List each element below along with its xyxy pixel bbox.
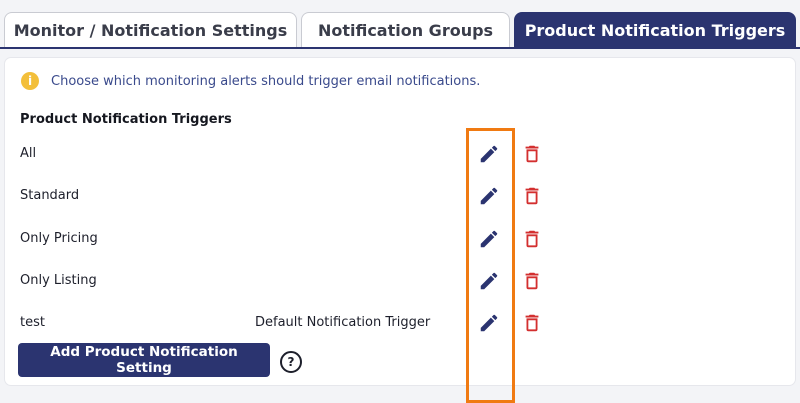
info-text: Choose which monitoring alerts should tr… <box>51 73 481 89</box>
pencil-icon[interactable] <box>478 228 500 250</box>
trash-icon[interactable] <box>521 228 543 250</box>
section-title: Product Notification Triggers <box>20 112 232 127</box>
trigger-name: Only Listing <box>20 273 97 288</box>
tab-underline <box>0 47 800 49</box>
help-circle-icon[interactable]: ? <box>280 351 302 373</box>
pencil-icon[interactable] <box>478 270 500 292</box>
trigger-name: All <box>20 146 37 161</box>
trash-icon[interactable] <box>521 270 543 292</box>
trigger-name: Standard <box>20 188 80 203</box>
info-icon: i <box>21 72 39 90</box>
trash-icon[interactable] <box>521 185 543 207</box>
trigger-row: Only Listing <box>5 265 795 295</box>
trigger-extra: Default Notification Trigger <box>255 315 431 330</box>
add-product-notification-setting-button[interactable]: Add Product Notification Setting <box>18 343 270 377</box>
trigger-name: Only Pricing <box>20 231 98 246</box>
info-banner: i Choose which monitoring alerts should … <box>21 72 480 90</box>
triggers-panel: i Choose which monitoring alerts should … <box>5 58 795 403</box>
tab-bar: Monitor / Notification Settings Notifica… <box>0 0 800 50</box>
trash-icon[interactable] <box>521 312 543 334</box>
trigger-row: Standard <box>5 180 795 210</box>
trigger-name: test <box>20 315 45 330</box>
tab-notification-groups[interactable]: Notification Groups <box>301 12 510 48</box>
tab-monitor-notification-settings[interactable]: Monitor / Notification Settings <box>4 12 297 48</box>
trash-icon[interactable] <box>521 143 543 165</box>
trigger-row: test Default Notification Trigger <box>5 307 795 337</box>
pencil-icon[interactable] <box>478 185 500 207</box>
pencil-icon[interactable] <box>478 312 500 334</box>
trigger-row: All <box>5 138 795 168</box>
pencil-icon[interactable] <box>478 143 500 165</box>
trigger-row: Only Pricing <box>5 223 795 253</box>
tab-product-notification-triggers[interactable]: Product Notification Triggers <box>514 12 796 48</box>
